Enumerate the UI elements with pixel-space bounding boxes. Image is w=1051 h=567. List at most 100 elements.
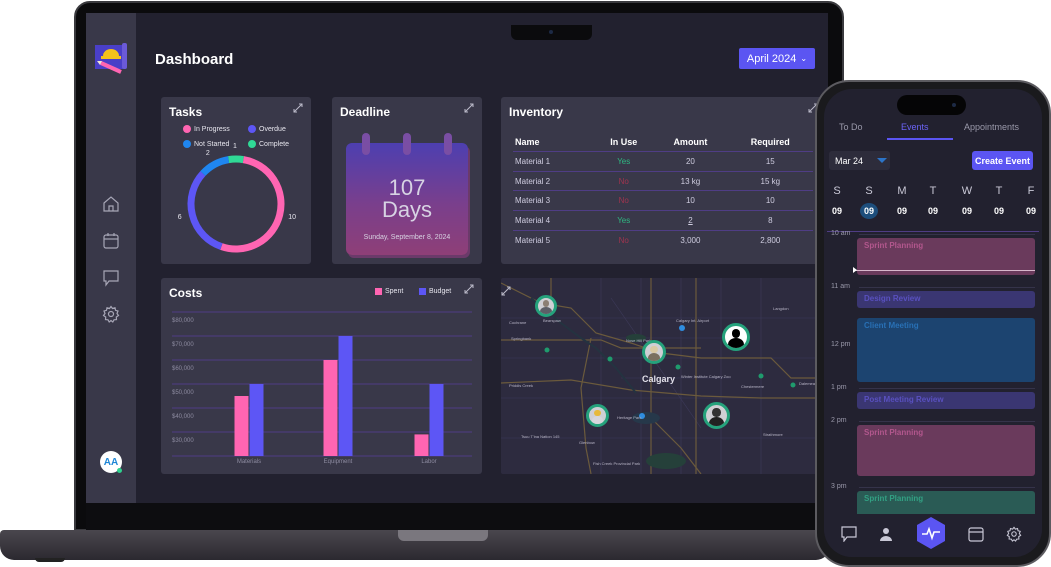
bar-spent-labor[interactable] <box>414 434 429 456</box>
column-header-in-use: In Use <box>594 133 654 152</box>
legend-complete: Complete <box>248 140 289 148</box>
gear-icon[interactable] <box>1006 526 1022 542</box>
worker-location-marker[interactable] <box>586 404 609 427</box>
day-selected[interactable]: 09 <box>860 203 878 219</box>
phone-screen: To Do Events Appointments Mar 24 Create … <box>824 89 1042 557</box>
construction-blueprint-logo[interactable] <box>95 43 129 75</box>
table-row[interactable]: Material 3 No 10 10 <box>513 190 813 212</box>
hour-line <box>859 487 1035 488</box>
map-place-label: Langdon <box>773 306 789 311</box>
tasks-card: Tasks In Progress Overdue Not Started Co… <box>161 97 311 264</box>
deadline-days-unit: Days <box>381 197 433 222</box>
day-button[interactable]: 09 <box>1021 206 1041 216</box>
dynamic-island <box>897 95 966 115</box>
worker-location-marker[interactable] <box>722 323 750 351</box>
deadline-title: Deadline <box>340 105 391 119</box>
donut-segment-overdue[interactable] <box>187 171 223 250</box>
map-place-label: Chestermere <box>741 384 765 389</box>
map-place-label: Fish Creek Provincial Park <box>593 461 641 466</box>
table-row[interactable]: Material 1 Yes 20 15 <box>513 151 813 172</box>
x-tick-label: Labor <box>421 459 436 465</box>
table-row[interactable]: Material 2 No 13 kg 15 kg <box>513 171 813 192</box>
event-post-meeting-review[interactable]: Post Meeting Review <box>857 392 1035 409</box>
chat-icon[interactable] <box>102 269 120 287</box>
event-client-meeting[interactable]: Client Meeting <box>857 318 1035 382</box>
tab-to-do[interactable]: To Do <box>839 122 863 132</box>
bar-spent-equipment[interactable] <box>323 360 338 456</box>
column-header-name: Name <box>513 133 595 152</box>
worker-location-marker[interactable] <box>642 340 666 364</box>
worker-location-marker[interactable] <box>535 295 557 317</box>
create-event-button[interactable]: Create Event <box>972 151 1033 170</box>
month-selector-value: April 2024 <box>746 52 797 65</box>
calendar-icon[interactable] <box>102 232 120 250</box>
expand-icon[interactable] <box>293 103 303 113</box>
active-tab-indicator <box>887 138 953 140</box>
map-place-label: Winter Institute Calgary Zoo <box>681 374 731 379</box>
expand-icon[interactable] <box>464 103 474 113</box>
cell-name: Material 1 <box>513 151 595 172</box>
event-design-review[interactable]: Design Review <box>857 291 1035 308</box>
cell-in-use: No <box>594 171 654 192</box>
activity-icon[interactable] <box>916 517 946 549</box>
calendar-icon[interactable] <box>968 526 984 542</box>
y-tick-label: $40,000 <box>172 414 194 420</box>
user-icon[interactable] <box>878 526 894 542</box>
day-button[interactable]: 09 <box>892 206 912 216</box>
tab-appointments[interactable]: Appointments <box>964 122 1019 132</box>
calendar-ring <box>444 133 452 155</box>
avatar-initials: AA <box>103 456 119 468</box>
donut-value-label: 1 <box>233 143 237 150</box>
bar-spent-materials[interactable] <box>234 396 249 456</box>
month-selector[interactable]: April 2024 ⌄ <box>739 48 815 69</box>
home-icon[interactable] <box>102 195 120 213</box>
worker-location-marker[interactable] <box>703 402 730 429</box>
map-pin <box>679 325 685 331</box>
caret-down-icon <box>877 158 888 163</box>
time-label: 3 pm <box>831 483 847 490</box>
map-place-label: Springbank <box>511 336 532 341</box>
table-row[interactable]: Material 5 No 3,000 2,800 <box>513 230 813 250</box>
gear-icon[interactable] <box>102 305 120 323</box>
weekday-label: T <box>995 185 1003 197</box>
chat-icon[interactable] <box>841 526 857 542</box>
donut-segment-not-started[interactable] <box>200 156 230 177</box>
cell-amount-editable[interactable]: 2 <box>653 210 728 231</box>
map-city-label: Calgary <box>642 374 676 384</box>
cell-amount: 13 kg <box>653 171 728 192</box>
expand-icon[interactable] <box>464 284 474 294</box>
legend-in-progress: In Progress <box>183 125 230 133</box>
site-map[interactable]: Calgary Cochrane Nose Hill Park Calgary … <box>501 278 826 474</box>
cell-in-use: Yes <box>594 210 654 231</box>
map-place-label: Priddis Creek <box>509 383 534 388</box>
month-dropdown[interactable]: Mar 24 <box>829 151 890 170</box>
cell-in-use: No <box>618 235 629 245</box>
day-button[interactable]: 09 <box>923 206 943 216</box>
expand-icon[interactable] <box>501 286 511 296</box>
donut-value-label: 10 <box>288 213 297 221</box>
costs-card: $30,000 $40,000 $50,000 $60,000 $70,000 $80,0… <box>161 278 482 474</box>
calendar-ring <box>403 133 411 155</box>
bar-budget-equipment[interactable] <box>338 336 353 456</box>
laptop-foot <box>35 558 65 562</box>
event-sprint-planning[interactable]: Sprint Planning <box>857 425 1035 476</box>
hour-line <box>859 421 1035 422</box>
bar-budget-labor[interactable] <box>429 384 444 456</box>
weekday-label: M <box>897 185 907 197</box>
user-avatar[interactable]: AA <box>100 451 122 473</box>
donut-segment-complete[interactable] <box>228 155 244 164</box>
table-row[interactable]: Material 4 Yes 2 8 <box>513 210 813 231</box>
bottom-navigation <box>824 514 1042 557</box>
bar-budget-materials[interactable] <box>249 384 264 456</box>
donut-segment-in-progress[interactable] <box>220 156 285 253</box>
x-tick-label: Materials <box>237 459 261 465</box>
tab-events[interactable]: Events <box>901 122 929 132</box>
day-button[interactable]: 09 <box>827 206 847 216</box>
y-tick-label: $70,000 <box>172 342 194 348</box>
x-tick-label: Equipment <box>324 459 353 465</box>
day-button[interactable]: 09 <box>957 206 977 216</box>
hour-line <box>859 287 1035 288</box>
day-button[interactable]: 09 <box>989 206 1009 216</box>
y-tick-label: $30,000 <box>172 438 194 444</box>
time-label: 1 pm <box>831 384 847 391</box>
